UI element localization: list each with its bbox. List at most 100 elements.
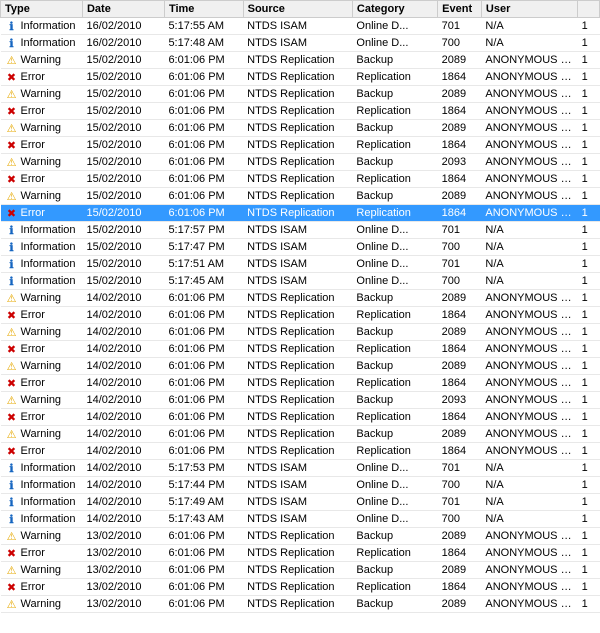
cell-date: 14/02/2010: [82, 341, 164, 358]
cell-date: 15/02/2010: [82, 188, 164, 205]
table-row[interactable]: ✖ Error 14/02/2010 6:01:06 PM NTDS Repli…: [1, 341, 600, 358]
cell-event: 1864: [438, 341, 482, 358]
cell-date: 13/02/2010: [82, 545, 164, 562]
cell-type: ℹ Information: [1, 239, 83, 256]
warning-icon: ⚠: [5, 563, 19, 577]
table-row[interactable]: ⚠ Warning 14/02/2010 6:01:06 PM NTDS Rep…: [1, 324, 600, 341]
table-row[interactable]: ✖ Error 14/02/2010 6:01:06 PM NTDS Repli…: [1, 443, 600, 460]
error-icon: ✖: [5, 70, 19, 84]
table-row[interactable]: ⚠ Warning 14/02/2010 6:01:06 PM NTDS Rep…: [1, 392, 600, 409]
cell-category: Online D...: [352, 273, 437, 290]
cell-event: 1864: [438, 545, 482, 562]
cell-category: Online D...: [352, 511, 437, 528]
table-row[interactable]: ✖ Error 15/02/2010 6:01:06 PM NTDS Repli…: [1, 205, 600, 222]
cell-type: ℹ Information: [1, 494, 83, 511]
cell-event: 1864: [438, 103, 482, 120]
cell-type: ✖ Error: [1, 375, 83, 392]
warning-icon: ⚠: [5, 53, 19, 67]
error-icon: ✖: [5, 172, 19, 186]
error-icon: ✖: [5, 104, 19, 118]
cell-num: 1: [578, 528, 600, 545]
table-row[interactable]: ⚠ Warning 14/02/2010 6:01:06 PM NTDS Rep…: [1, 426, 600, 443]
cell-category: Backup: [352, 392, 437, 409]
cell-type: ℹ Information: [1, 273, 83, 290]
cell-user: N/A: [481, 18, 577, 35]
table-row[interactable]: ✖ Error 13/02/2010 6:01:06 PM NTDS Repli…: [1, 579, 600, 596]
cell-event: 2089: [438, 562, 482, 579]
table-row[interactable]: ℹ Information 16/02/2010 5:17:48 AM NTDS…: [1, 35, 600, 52]
cell-user: ANONYMOUS L...: [481, 358, 577, 375]
table-row[interactable]: ✖ Error 15/02/2010 6:01:06 PM NTDS Repli…: [1, 69, 600, 86]
col-header-source: Source: [243, 1, 352, 18]
table-row[interactable]: ✖ Error 14/02/2010 6:01:06 PM NTDS Repli…: [1, 409, 600, 426]
type-label: Information: [21, 20, 76, 32]
error-icon: ✖: [5, 410, 19, 424]
table-row[interactable]: ℹ Information 14/02/2010 5:17:49 AM NTDS…: [1, 494, 600, 511]
cell-date: 16/02/2010: [82, 18, 164, 35]
table-row[interactable]: ℹ Information 14/02/2010 5:17:43 AM NTDS…: [1, 511, 600, 528]
cell-source: NTDS Replication: [243, 443, 352, 460]
error-icon: ✖: [5, 206, 19, 220]
cell-num: 1: [578, 443, 600, 460]
cell-date: 16/02/2010: [82, 35, 164, 52]
table-row[interactable]: ⚠ Warning 14/02/2010 6:01:06 PM NTDS Rep…: [1, 358, 600, 375]
table-row[interactable]: ℹ Information 16/02/2010 5:17:55 AM NTDS…: [1, 18, 600, 35]
event-log-table[interactable]: Type Date Time Source Category Event Use…: [0, 0, 600, 633]
table-row[interactable]: ⚠ Warning 13/02/2010 6:01:06 PM NTDS Rep…: [1, 562, 600, 579]
table-row[interactable]: ℹ Information 15/02/2010 5:17:45 AM NTDS…: [1, 273, 600, 290]
cell-time: 6:01:06 PM: [164, 426, 243, 443]
table-row[interactable]: ℹ Information 15/02/2010 5:17:57 PM NTDS…: [1, 222, 600, 239]
cell-source: NTDS Replication: [243, 392, 352, 409]
table-row[interactable]: ✖ Error 15/02/2010 6:01:06 PM NTDS Repli…: [1, 137, 600, 154]
table-row[interactable]: ✖ Error 14/02/2010 6:01:06 PM NTDS Repli…: [1, 375, 600, 392]
table-row[interactable]: ✖ Error 15/02/2010 6:01:06 PM NTDS Repli…: [1, 171, 600, 188]
cell-event: 2089: [438, 426, 482, 443]
information-icon: ℹ: [5, 495, 19, 509]
cell-date: 14/02/2010: [82, 494, 164, 511]
cell-category: Online D...: [352, 222, 437, 239]
cell-type: ✖ Error: [1, 443, 83, 460]
cell-date: 15/02/2010: [82, 52, 164, 69]
type-label: Warning: [21, 564, 62, 576]
cell-date: 14/02/2010: [82, 511, 164, 528]
table-row[interactable]: ℹ Information 15/02/2010 5:17:47 PM NTDS…: [1, 239, 600, 256]
table-row[interactable]: ⚠ Warning 15/02/2010 6:01:06 PM NTDS Rep…: [1, 86, 600, 103]
cell-num: 1: [578, 120, 600, 137]
cell-user: ANONYMOUS L...: [481, 528, 577, 545]
information-icon: ℹ: [5, 223, 19, 237]
cell-user: N/A: [481, 494, 577, 511]
table-row[interactable]: ⚠ Warning 13/02/2010 6:01:06 PM NTDS Rep…: [1, 528, 600, 545]
table-row[interactable]: ℹ Information 15/02/2010 5:17:51 AM NTDS…: [1, 256, 600, 273]
cell-num: 1: [578, 52, 600, 69]
table-row[interactable]: ✖ Error 13/02/2010 6:01:06 PM NTDS Repli…: [1, 545, 600, 562]
cell-source: NTDS Replication: [243, 52, 352, 69]
type-label: Warning: [21, 326, 62, 338]
table-row[interactable]: ✖ Error 15/02/2010 6:01:06 PM NTDS Repli…: [1, 103, 600, 120]
table-row[interactable]: ⚠ Warning 14/02/2010 6:01:06 PM NTDS Rep…: [1, 290, 600, 307]
table-row[interactable]: ℹ Information 14/02/2010 5:17:44 PM NTDS…: [1, 477, 600, 494]
cell-user: ANONYMOUS L...: [481, 137, 577, 154]
table-row[interactable]: ⚠ Warning 15/02/2010 6:01:06 PM NTDS Rep…: [1, 154, 600, 171]
type-label: Information: [21, 224, 76, 236]
cell-category: Online D...: [352, 256, 437, 273]
cell-time: 5:17:45 AM: [164, 273, 243, 290]
cell-source: NTDS Replication: [243, 358, 352, 375]
cell-user: ANONYMOUS L...: [481, 409, 577, 426]
cell-num: 1: [578, 205, 600, 222]
cell-type: ⚠ Warning: [1, 528, 83, 545]
cell-num: 1: [578, 69, 600, 86]
cell-user: ANONYMOUS L...: [481, 154, 577, 171]
table-row[interactable]: ⚠ Warning 15/02/2010 6:01:06 PM NTDS Rep…: [1, 120, 600, 137]
table-row[interactable]: ✖ Error 14/02/2010 6:01:06 PM NTDS Repli…: [1, 307, 600, 324]
cell-date: 14/02/2010: [82, 392, 164, 409]
cell-type: ✖ Error: [1, 69, 83, 86]
type-label: Warning: [21, 428, 62, 440]
cell-source: NTDS ISAM: [243, 18, 352, 35]
warning-icon: ⚠: [5, 121, 19, 135]
table-row[interactable]: ℹ Information 14/02/2010 5:17:53 PM NTDS…: [1, 460, 600, 477]
table-row[interactable]: ⚠ Warning 15/02/2010 6:01:06 PM NTDS Rep…: [1, 52, 600, 69]
cell-event: 701: [438, 256, 482, 273]
table-row[interactable]: ⚠ Warning 13/02/2010 6:01:06 PM NTDS Rep…: [1, 596, 600, 613]
cell-category: Online D...: [352, 460, 437, 477]
table-row[interactable]: ⚠ Warning 15/02/2010 6:01:06 PM NTDS Rep…: [1, 188, 600, 205]
